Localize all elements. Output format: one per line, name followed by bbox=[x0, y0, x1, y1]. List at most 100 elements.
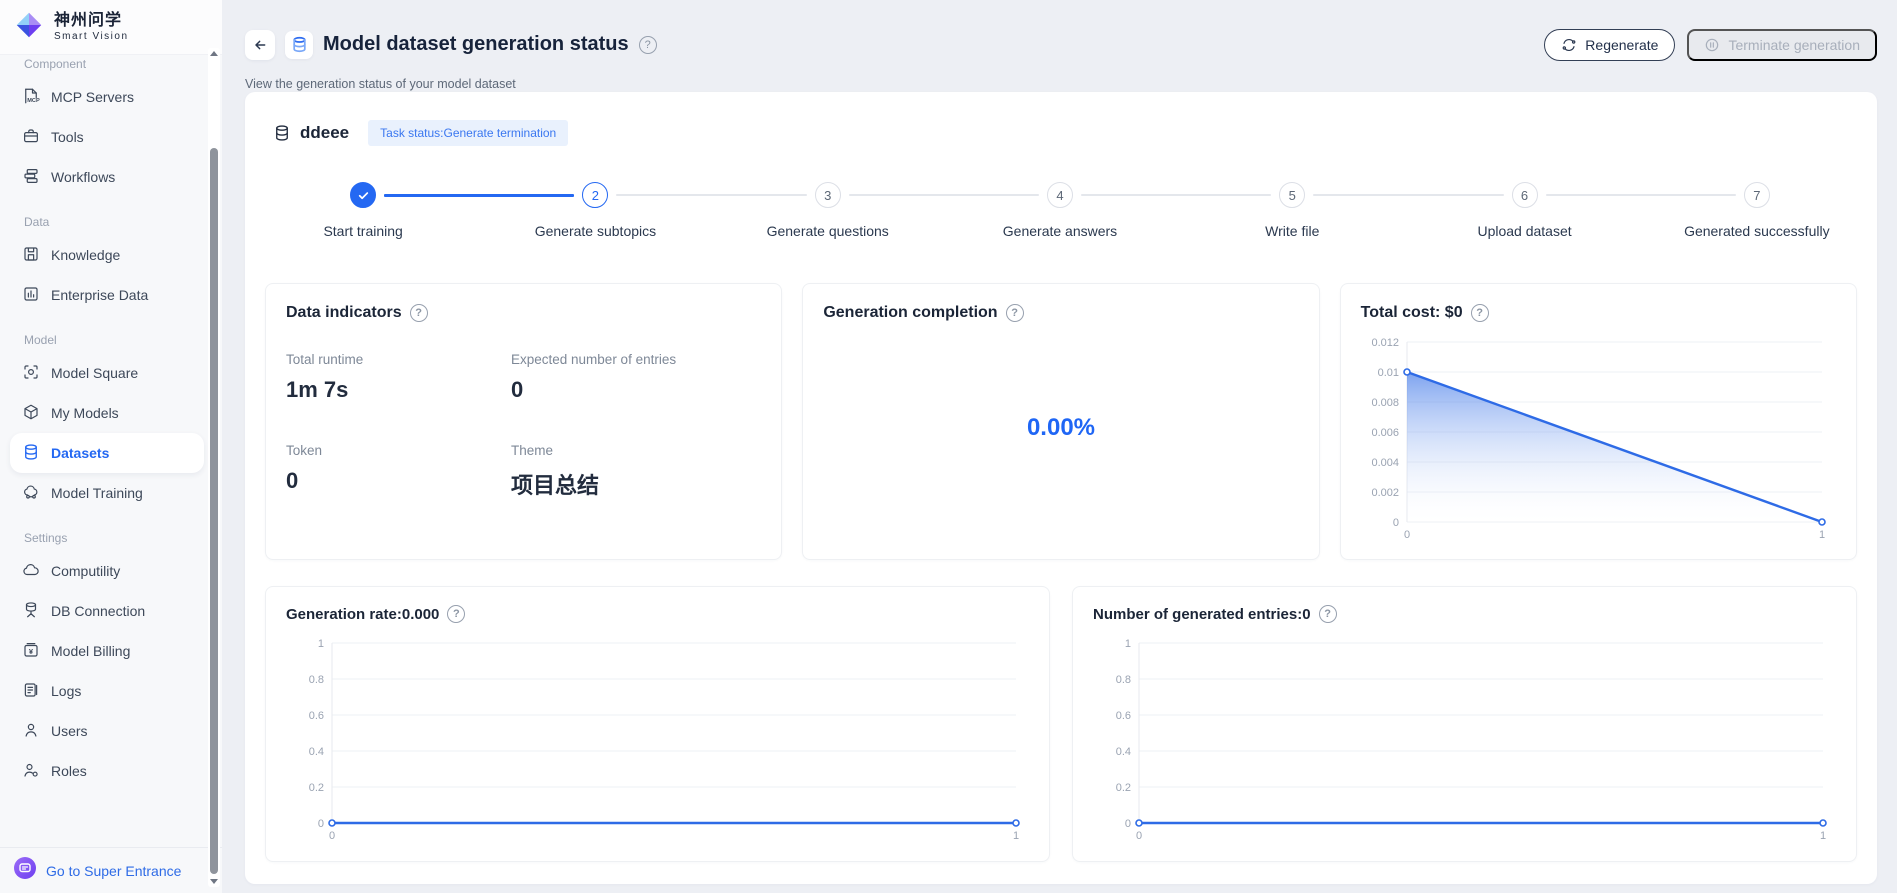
sidebar-item-db-connection[interactable]: DB Connection bbox=[10, 591, 204, 631]
step-generate-subtopics: 2 Generate subtopics bbox=[479, 182, 711, 239]
scrollbar-thumb[interactable] bbox=[210, 148, 218, 874]
svg-text:0.2: 0.2 bbox=[1116, 782, 1131, 794]
sidebar-item-label: Knowledge bbox=[51, 247, 120, 263]
sidebar-item-users[interactable]: Users bbox=[10, 711, 204, 751]
page-header: Model dataset generation status View the… bbox=[245, 0, 1877, 92]
card-title: Data indicators bbox=[286, 304, 402, 322]
svg-text:0: 0 bbox=[329, 830, 335, 842]
sidebar-item-label: Model Square bbox=[51, 365, 138, 381]
sidebar-item-label: Roles bbox=[51, 763, 87, 779]
svg-text:0: 0 bbox=[1404, 529, 1410, 541]
page-title-help-icon[interactable] bbox=[639, 36, 657, 54]
data-indicators-card: Data indicators Total runtime 1m 7s Expe… bbox=[265, 283, 782, 560]
svg-text:1: 1 bbox=[1013, 830, 1019, 842]
section-label-model: Model bbox=[24, 333, 204, 347]
step-start-training: 1 Start training bbox=[247, 182, 479, 239]
generation-rate-chart: 00.20.40.60.8101 bbox=[286, 635, 1028, 847]
sidebar-scrollbar[interactable] bbox=[208, 48, 220, 887]
metric-total-runtime: Total runtime 1m 7s bbox=[286, 352, 511, 403]
sidebar-item-my-models[interactable]: My Models bbox=[10, 393, 204, 433]
briefcase-icon bbox=[22, 127, 40, 148]
generated-entries-help-icon[interactable] bbox=[1319, 605, 1337, 623]
sidebar-item-workflows[interactable]: Workflows bbox=[10, 157, 204, 197]
page-subtitle: View the generation status of your model… bbox=[245, 77, 1877, 91]
section-label-component: Component bbox=[24, 57, 204, 71]
generation-rate-help-icon[interactable] bbox=[447, 605, 465, 623]
progress-stepper: 1 Start training 2 Generate subtopics 3 … bbox=[247, 182, 1873, 239]
section-label-data: Data bbox=[24, 215, 204, 229]
logs-icon bbox=[22, 681, 40, 702]
sidebar-item-label: MCP Servers bbox=[51, 89, 134, 105]
svg-text:1: 1 bbox=[1819, 529, 1825, 541]
svg-text:0.002: 0.002 bbox=[1371, 487, 1399, 499]
completion-percentage: 0.00% bbox=[823, 414, 1298, 442]
sidebar-item-label: Enterprise Data bbox=[51, 287, 148, 303]
generated-entries-card: Number of generated entries:0 00.20.40.6… bbox=[1072, 586, 1857, 862]
step-generated-successfully: 7 Generated successfully bbox=[1641, 182, 1873, 239]
card-title: Total cost: $0 bbox=[1361, 304, 1463, 322]
sidebar-item-label: DB Connection bbox=[51, 603, 145, 619]
sidebar-item-model-square[interactable]: Model Square bbox=[10, 353, 204, 393]
card-title: Generation completion bbox=[823, 304, 997, 322]
dataset-icon bbox=[273, 124, 291, 142]
training-icon bbox=[22, 483, 40, 504]
svg-text:0.6: 0.6 bbox=[309, 710, 324, 722]
svg-text:0.2: 0.2 bbox=[309, 782, 324, 794]
svg-text:0.8: 0.8 bbox=[309, 674, 324, 686]
sidebar: 神州问学 Smart Vision Component MCP MCP Serv… bbox=[0, 0, 222, 893]
sidebar-item-model-billing[interactable]: ¥ Model Billing bbox=[10, 631, 204, 671]
step-circle: 2 bbox=[582, 182, 608, 208]
svg-text:MCP: MCP bbox=[27, 98, 40, 104]
generation-rate-card: Generation rate:0.000 00.20.40.60.8101 bbox=[265, 586, 1050, 862]
app: 神州问学 Smart Vision Component MCP MCP Serv… bbox=[0, 0, 1897, 893]
terminate-generation-button[interactable]: Terminate generation bbox=[1687, 29, 1877, 61]
sidebar-item-mcp-servers[interactable]: MCP MCP Servers bbox=[10, 77, 204, 117]
refresh-icon bbox=[1561, 37, 1577, 53]
sidebar-item-roles[interactable]: Roles bbox=[10, 751, 204, 791]
data-indicators-help-icon[interactable] bbox=[410, 304, 428, 322]
billing-icon: ¥ bbox=[22, 641, 40, 662]
svg-text:0.8: 0.8 bbox=[1116, 674, 1131, 686]
sidebar-item-knowledge[interactable]: Knowledge bbox=[10, 235, 204, 275]
brand-subtitle: Smart Vision bbox=[54, 31, 129, 42]
sidebar-item-label: Model Billing bbox=[51, 643, 130, 659]
total-cost-help-icon[interactable] bbox=[1471, 304, 1489, 322]
dataset-title-tile bbox=[285, 31, 313, 59]
status-panel: ddeee Task status:Generate termination 1… bbox=[245, 92, 1877, 884]
step-circle: 7 bbox=[1744, 182, 1770, 208]
step-circle: 5 bbox=[1279, 182, 1305, 208]
regenerate-button[interactable]: Regenerate bbox=[1544, 29, 1675, 61]
sidebar-item-model-training[interactable]: Model Training bbox=[10, 473, 204, 513]
step-circle: 1 bbox=[350, 182, 376, 208]
sidebar-item-label: Model Training bbox=[51, 485, 143, 501]
db-connection-icon bbox=[22, 601, 40, 622]
cloud-icon bbox=[22, 561, 40, 582]
sidebar-item-computility[interactable]: Computility bbox=[10, 551, 204, 591]
sidebar-item-datasets[interactable]: Datasets bbox=[10, 433, 204, 473]
svg-text:0.008: 0.008 bbox=[1371, 397, 1399, 409]
back-arrow-icon bbox=[252, 37, 268, 53]
generated-entries-chart: 00.20.40.60.8101 bbox=[1093, 635, 1835, 847]
sidebar-item-label: Computility bbox=[51, 563, 120, 579]
brand: 神州问学 Smart Vision bbox=[0, 0, 222, 55]
sidebar-item-label: Users bbox=[51, 723, 88, 739]
sidebar-item-enterprise-data[interactable]: Enterprise Data bbox=[10, 275, 204, 315]
database-icon bbox=[22, 443, 40, 464]
scroll-up-icon[interactable] bbox=[210, 51, 218, 56]
scroll-down-icon[interactable] bbox=[210, 879, 218, 884]
super-entrance-link[interactable]: Go to Super Entrance bbox=[46, 863, 181, 879]
svg-text:0.4: 0.4 bbox=[309, 746, 324, 758]
svg-text:0: 0 bbox=[318, 818, 324, 830]
back-button[interactable] bbox=[245, 30, 275, 60]
sidebar-item-label: My Models bbox=[51, 405, 119, 421]
sidebar-item-logs[interactable]: Logs bbox=[10, 671, 204, 711]
svg-text:0.6: 0.6 bbox=[1116, 710, 1131, 722]
sidebar-item-tools[interactable]: Tools bbox=[10, 117, 204, 157]
charts-row: Generation rate:0.000 00.20.40.60.8101 N… bbox=[265, 586, 1857, 862]
step-circle: 3 bbox=[815, 182, 841, 208]
generation-completion-help-icon[interactable] bbox=[1006, 304, 1024, 322]
database-blue-icon bbox=[291, 36, 308, 53]
svg-text:0.004: 0.004 bbox=[1371, 457, 1399, 469]
workflow-icon bbox=[22, 167, 40, 188]
step-circle: 6 bbox=[1512, 182, 1538, 208]
